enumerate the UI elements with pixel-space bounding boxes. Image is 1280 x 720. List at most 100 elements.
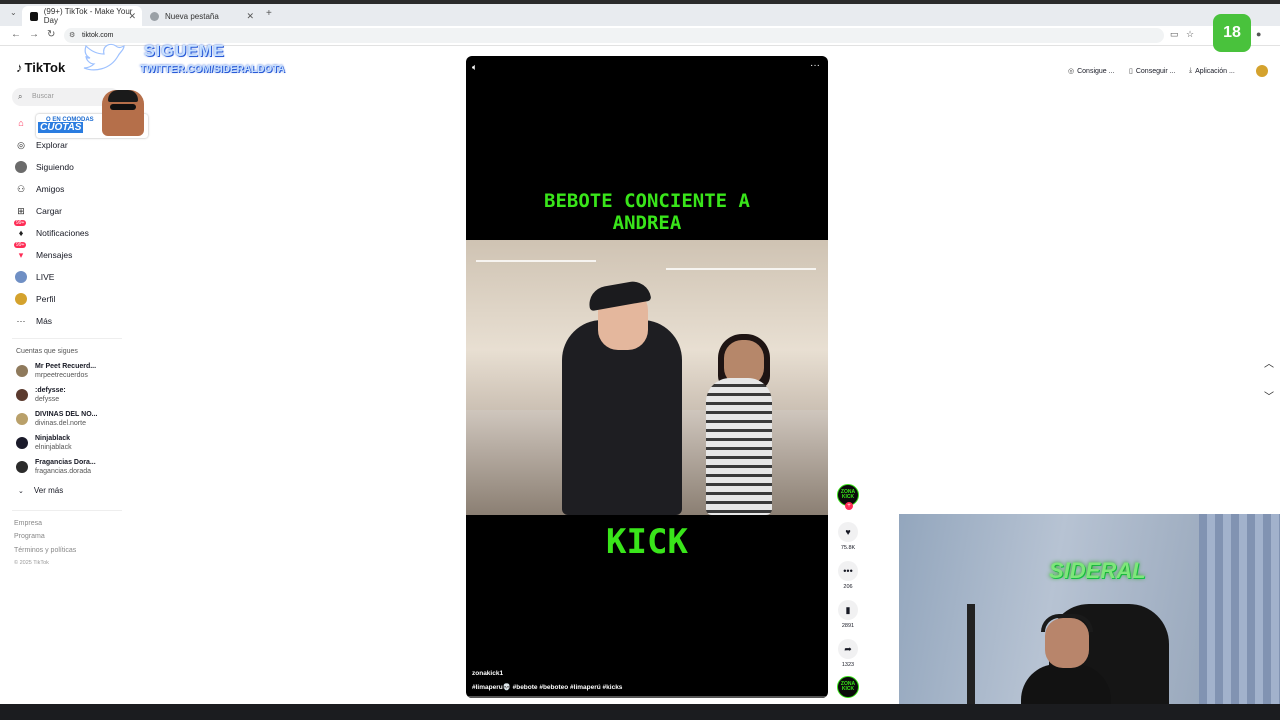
- new-tab-icon[interactable]: +: [266, 8, 272, 19]
- previous-video-icon[interactable]: ︿: [1264, 355, 1274, 370]
- footer-link-programa[interactable]: Programa: [14, 533, 45, 540]
- globe-icon: [150, 11, 159, 21]
- account-item[interactable]: Mr Peet Recuerd... mrpeetrecuerdos: [16, 360, 96, 382]
- more-options-icon[interactable]: ···: [810, 60, 820, 71]
- nav-amigos[interactable]: ⚇ Amigos: [14, 180, 64, 198]
- comment-button[interactable]: ••• 206: [834, 561, 862, 590]
- close-tab-icon[interactable]: ✕: [128, 11, 136, 22]
- nav-label: Más: [36, 316, 53, 326]
- share-count: 1323: [841, 662, 855, 668]
- profile-icon: [14, 292, 28, 306]
- account-handle: mrpeetrecuerdos: [35, 372, 88, 379]
- tiktok-logo[interactable]: ♪ TikTok: [16, 60, 65, 75]
- nav-cargar[interactable]: ⊞ Cargar: [14, 202, 62, 220]
- sound-disc-image: ZONA KICK: [837, 676, 859, 698]
- url-field[interactable]: ⚙ tiktok.com: [64, 28, 1164, 43]
- user-avatar[interactable]: [1256, 65, 1268, 77]
- message-badge: 99+: [14, 242, 27, 248]
- install-icon[interactable]: ▭: [1170, 29, 1179, 40]
- nav-home[interactable]: ⌂: [14, 114, 36, 132]
- back-icon[interactable]: ←: [11, 29, 21, 40]
- promo-character-cap: [108, 90, 138, 102]
- avatar: [16, 413, 28, 425]
- live-icon: [14, 270, 28, 284]
- creator-avatar[interactable]: ZONA KICK +: [834, 484, 862, 510]
- tab-list-icon[interactable]: ⌄: [10, 8, 17, 17]
- nav-live[interactable]: LIVE: [14, 268, 54, 286]
- copyright: © 2025 TikTok: [14, 560, 49, 566]
- account-item[interactable]: Ninjablack elninjablack: [16, 432, 72, 454]
- nav-mensajes[interactable]: ▾ 99+ Mensajes: [14, 242, 72, 264]
- nav-mas[interactable]: ··· Más: [14, 312, 53, 330]
- nav-label: Explorar: [36, 140, 68, 150]
- video-player[interactable]: 🔈︎ ··· BEBOTE CONCIENTE A ANDREA KICK zo…: [466, 56, 828, 698]
- home-icon: ⌂: [18, 118, 24, 128]
- age-rating-badge: 18: [1213, 14, 1251, 52]
- account-item[interactable]: :defysse: defysse: [16, 384, 66, 406]
- nav-perfil[interactable]: Perfil: [14, 290, 55, 308]
- sidebar: ♪ TikTok ⌕ Buscar ⌂ ◎ Explorar Siguiendo…: [0, 46, 150, 706]
- site-info-icon[interactable]: ⚙: [69, 28, 75, 43]
- tab-tiktok[interactable]: (99+) TikTok - Make Your Day ✕: [22, 6, 142, 26]
- webcam-neon-logo: SIDERAL: [1049, 558, 1146, 583]
- top-link-app[interactable]: ▯ Conseguir ...: [1129, 67, 1176, 76]
- comment-icon: •••: [838, 561, 858, 581]
- taskbar: [0, 704, 1280, 720]
- next-video-icon[interactable]: ﹀: [1264, 388, 1274, 403]
- chevron-down-icon: ⌄: [18, 487, 24, 495]
- top-link-label: Aplicación ...: [1195, 67, 1235, 75]
- url-text: tiktok.com: [82, 32, 114, 39]
- bell-icon: ♦ 99+: [14, 220, 27, 238]
- like-button[interactable]: ♥ 75.8K: [834, 522, 862, 551]
- follow-plus-icon[interactable]: +: [845, 502, 853, 510]
- account-handle: fragancias.dorada: [35, 468, 92, 475]
- account-item[interactable]: DIVINAS DEL NO... divinas.del.norte: [16, 408, 98, 430]
- volume-icon[interactable]: 🔈︎: [472, 62, 477, 73]
- see-more-label: Ver más: [33, 486, 64, 495]
- following-section-title: Cuentas que sigues: [16, 348, 78, 355]
- bookmark-star-icon[interactable]: ☆: [1186, 29, 1194, 40]
- video-progress-bar[interactable]: [466, 696, 828, 698]
- webcam-headset: [1041, 614, 1093, 632]
- top-link-coins[interactable]: ◎ Consigue ...: [1068, 67, 1115, 76]
- tab-new[interactable]: Nueva pestaña ✕: [142, 6, 260, 26]
- comment-count: 206: [843, 584, 853, 590]
- avatar: [16, 365, 28, 377]
- footer-link-empresa[interactable]: Empresa: [14, 520, 42, 527]
- divider: [12, 510, 122, 511]
- sound-disc[interactable]: ZONA KICK: [834, 676, 862, 698]
- download-icon: ⤓: [1189, 67, 1193, 74]
- nav-notificaciones[interactable]: ♦ 99+ Notificaciones: [14, 220, 89, 242]
- tiktok-favicon-icon: [30, 11, 38, 21]
- profile-avatar-icon[interactable]: ●: [1256, 29, 1261, 39]
- share-icon: ➦: [838, 639, 858, 659]
- reload-icon[interactable]: ↻: [47, 29, 55, 40]
- account-handle: elninjablack: [35, 444, 72, 451]
- video-author[interactable]: zonakick1: [472, 670, 503, 677]
- nav-label: Amigos: [36, 184, 65, 194]
- nav-siguiendo[interactable]: Siguiendo: [14, 158, 74, 176]
- footer-link-terminos[interactable]: Términos y políticas: [14, 547, 76, 554]
- see-more-button[interactable]: ⌄ Ver más: [18, 486, 63, 495]
- nav-label: Perfil: [36, 294, 56, 304]
- account-item[interactable]: Fragancias Dora... fragancias.dorada: [16, 456, 96, 478]
- ceiling-light: [476, 260, 596, 262]
- save-button[interactable]: ▮ 2891: [834, 600, 862, 629]
- video-caption-top: BEBOTE CONCIENTE A ANDREA: [544, 190, 750, 234]
- search-placeholder: Buscar: [32, 93, 54, 100]
- following-icon: [14, 160, 28, 174]
- action-column: ZONA KICK + ♥ 75.8K ••• 206 ▮ 2891 ➦ 132…: [834, 484, 862, 700]
- video-hashtags[interactable]: #limaperu💀 #bebote #beboteo #limaperú #k…: [472, 683, 622, 691]
- top-link-download[interactable]: ⤓ Aplicación ...: [1189, 67, 1235, 75]
- tiktok-note-icon: ♪: [16, 60, 23, 75]
- person-woman: [706, 378, 772, 515]
- nav-explorar[interactable]: ◎ Explorar: [14, 136, 68, 154]
- bookmark-icon: ▮: [838, 600, 858, 620]
- like-count: 75.8K: [840, 545, 856, 551]
- overlay-twitter-url: TWITTER.COM/SIDERALDOTA: [140, 64, 285, 75]
- share-button[interactable]: ➦ 1323: [834, 639, 862, 668]
- account-handle: divinas.del.norte: [35, 420, 86, 427]
- forward-icon[interactable]: →: [29, 29, 39, 40]
- close-tab-icon[interactable]: ✕: [246, 11, 254, 22]
- top-link-label: Consigue ...: [1077, 67, 1115, 75]
